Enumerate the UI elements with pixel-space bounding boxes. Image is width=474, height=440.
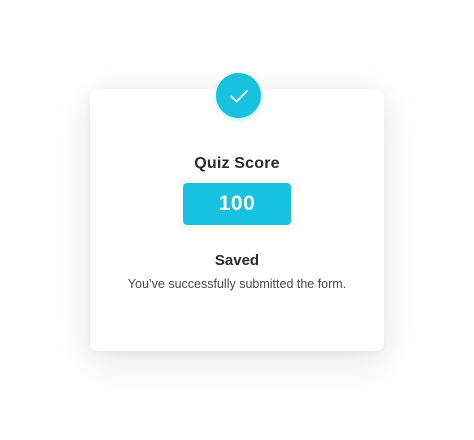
score-value: 100: [218, 192, 256, 215]
stage: Quiz Score 100 Saved You’ve successfully…: [0, 0, 474, 440]
success-message: You’ve successfully submitted the form.: [127, 277, 347, 291]
quiz-score-title: Quiz Score: [194, 155, 280, 172]
success-badge: [216, 73, 261, 118]
saved-heading: Saved: [214, 252, 260, 269]
score-badge: 100: [183, 183, 291, 225]
checkmark-icon: [229, 89, 248, 102]
